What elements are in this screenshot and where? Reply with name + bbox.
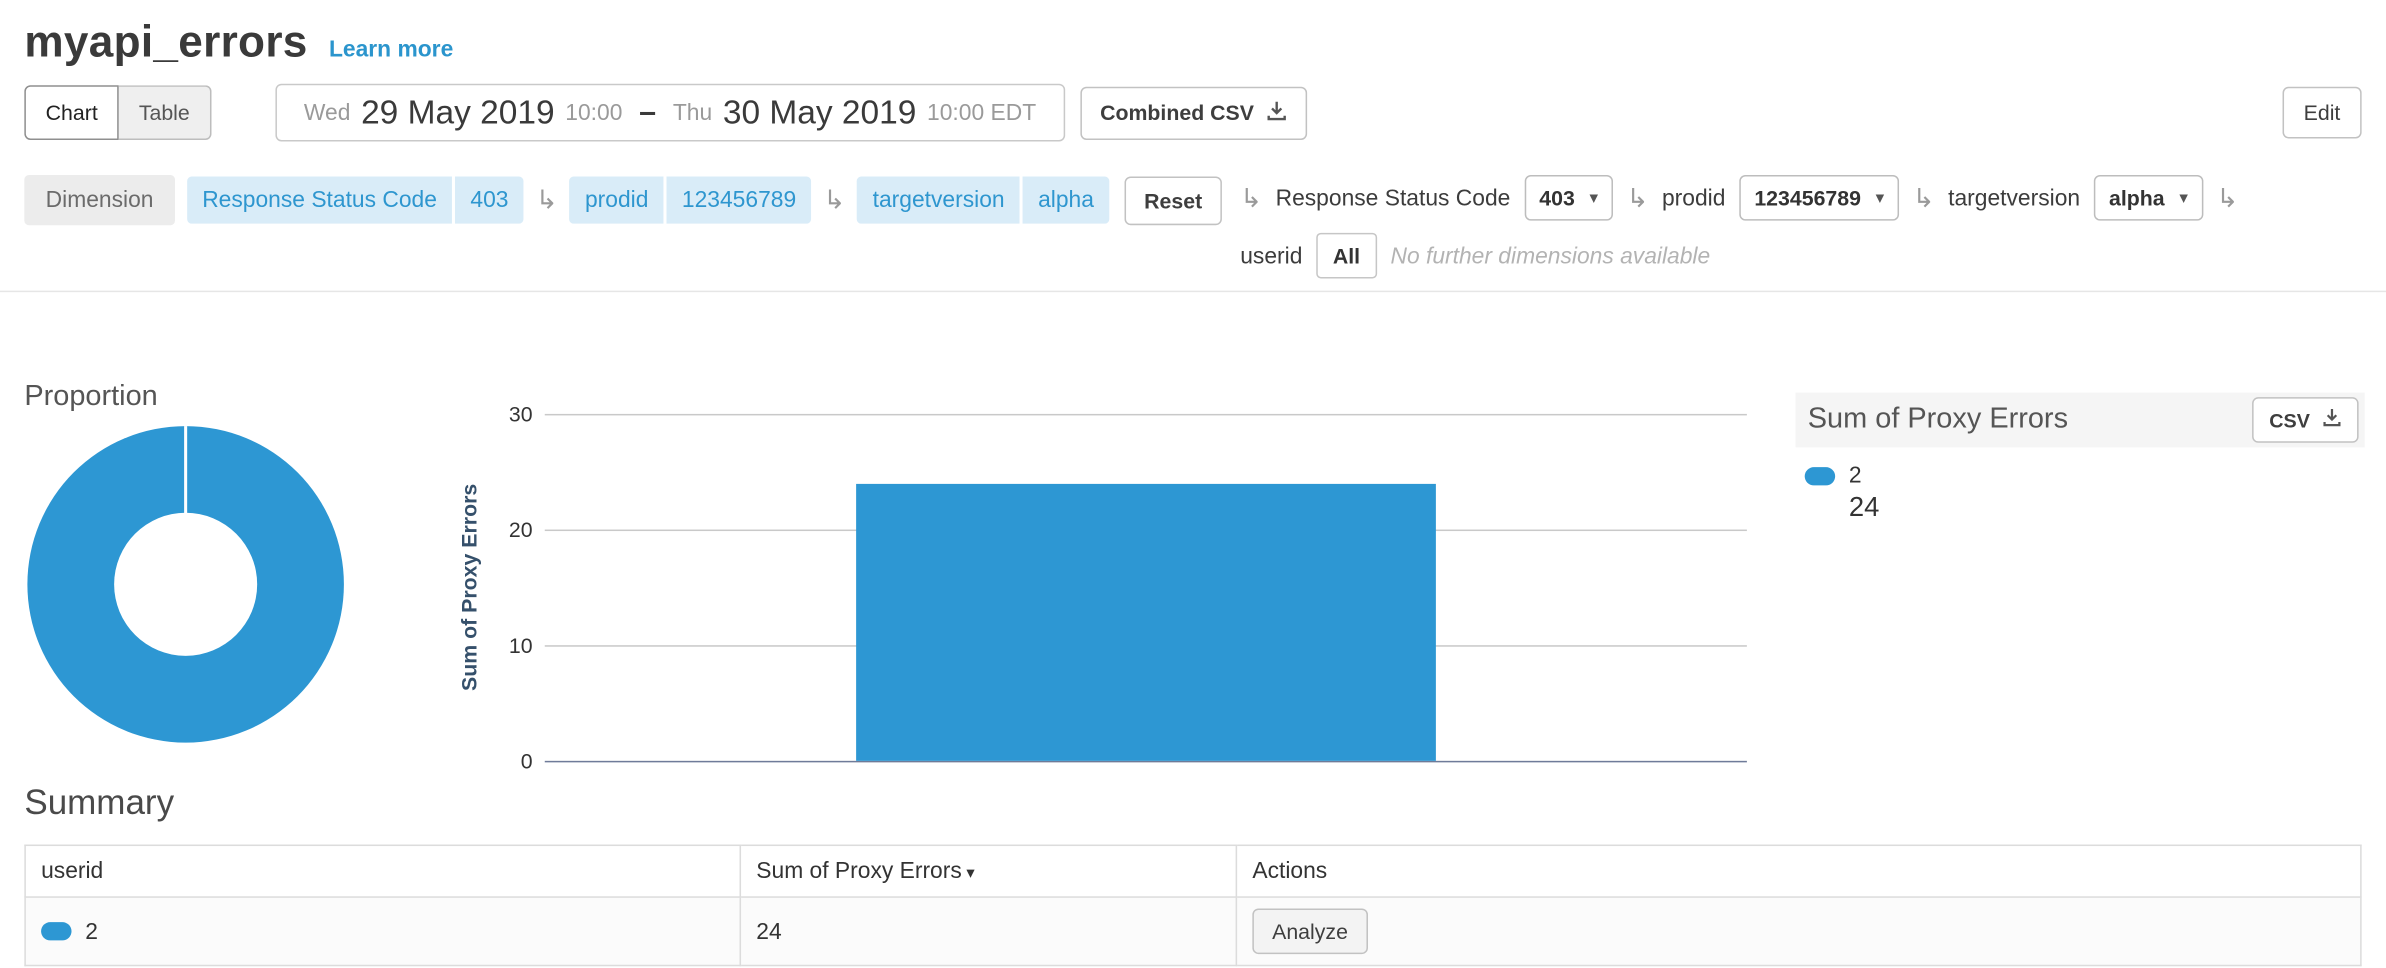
chevron-down-icon: ▾ <box>1876 189 1884 206</box>
table-view-button[interactable]: Table <box>119 85 211 140</box>
legend-panel: Sum of Proxy Errors CSV 2 24 <box>1796 393 2365 524</box>
end-time: 10:00 EDT <box>927 100 1036 126</box>
end-date: 30 May 2019 <box>723 93 917 133</box>
selector-row: ↳ Response Status Code 403 ▾ ↳ prodid 12… <box>1240 175 2238 221</box>
response-status-code-select[interactable]: 403 ▾ <box>1524 175 1613 221</box>
download-icon <box>2322 408 2342 432</box>
cell-sum-of-proxy-errors: 24 <box>740 897 1236 965</box>
edit-button[interactable]: Edit <box>2282 87 2361 139</box>
proportion-donut-chart[interactable] <box>27 426 344 743</box>
legend-item[interactable]: 2 <box>1805 463 2365 489</box>
y-axis-label: Sum of Proxy Errors <box>457 484 481 691</box>
cell-userid: 2 <box>25 897 740 965</box>
summary-title: Summary <box>24 782 2361 823</box>
breadcrumb-prodid[interactable]: prodid 123456789 <box>570 177 812 224</box>
csv-label: CSV <box>2269 409 2310 432</box>
page-header: myapi_errors Learn more <box>0 0 2386 68</box>
y-tick-label: 10 <box>484 633 533 657</box>
breadcrumb-response-status-code[interactable]: Response Status Code 403 <box>187 177 524 224</box>
sort-descending-icon: ▾ <box>966 864 974 882</box>
page-title: myapi_errors <box>24 18 307 68</box>
learn-more-link[interactable]: Learn more <box>329 37 453 63</box>
summary-table: userid Sum of Proxy Errors▾ Actions 2 <box>24 845 2361 967</box>
combined-csv-label: Combined CSV <box>1100 100 1254 124</box>
column-header-sum-of-proxy-errors[interactable]: Sum of Proxy Errors▾ <box>740 845 1236 897</box>
start-time: 10:00 <box>565 100 622 126</box>
gridline <box>545 761 1747 763</box>
view-toggle: Chart Table <box>24 85 211 140</box>
legend-item-value: 24 <box>1849 492 2365 524</box>
dimension-label: Dimension <box>24 175 174 225</box>
userid-row: userid All No further dimensions availab… <box>1240 233 2238 279</box>
analyze-button[interactable]: Analyze <box>1252 908 1367 954</box>
userid-all-button[interactable]: All <box>1316 233 1377 279</box>
reset-button[interactable]: Reset <box>1124 176 1222 225</box>
series-swatch <box>41 922 71 940</box>
column-header-actions: Actions <box>1236 845 2361 897</box>
donut-hole <box>114 513 257 656</box>
drilldown-icon: ↳ <box>536 187 558 213</box>
chart-view-button[interactable]: Chart <box>24 85 119 140</box>
end-day: Thu <box>673 100 712 126</box>
chevron-down-icon: ▾ <box>1590 189 1598 206</box>
userid-label: userid <box>1240 243 1302 269</box>
dimension-selectors: ↳ Response Status Code 403 ▾ ↳ prodid 12… <box>1240 175 2238 278</box>
bar[interactable] <box>856 483 1435 761</box>
column-header-userid: userid <box>25 845 740 897</box>
selector-label-response-status-code: Response Status Code <box>1276 185 1511 211</box>
legend-header: Sum of Proxy Errors CSV <box>1796 393 2365 448</box>
start-date: 29 May 2019 <box>361 93 555 133</box>
selector-label-targetversion: targetversion <box>1948 185 2080 211</box>
date-range-picker[interactable]: Wed 29 May 2019 10:00 – Thu 30 May 2019 … <box>275 84 1065 142</box>
csv-button[interactable]: CSV <box>2252 397 2358 443</box>
breadcrumb-targetversion[interactable]: targetversion alpha <box>857 177 1109 224</box>
date-range-separator: – <box>639 95 656 130</box>
legend-item-label: 2 <box>1849 463 1862 489</box>
y-tick-label: 30 <box>484 402 533 426</box>
drilldown-icon: ↳ <box>1240 185 1262 211</box>
summary-header-row: userid Sum of Proxy Errors▾ Actions <box>25 845 2361 897</box>
custom-report-page: myapi_errors Learn more Chart Table Wed … <box>0 0 2386 968</box>
chevron-down-icon: ▾ <box>2180 189 2188 206</box>
drilldown-icon: ↳ <box>824 187 846 213</box>
no-more-dimensions-note: No further dimensions available <box>1390 243 1710 269</box>
toolbar: Chart Table Wed 29 May 2019 10:00 – Thu … <box>0 68 2386 153</box>
legend-swatch <box>1805 466 1835 484</box>
targetversion-select[interactable]: alpha ▾ <box>2094 175 2203 221</box>
prodid-select[interactable]: 123456789 ▾ <box>1739 175 1899 221</box>
table-row: 2 24 Analyze <box>25 897 2361 965</box>
drilldown-icon: ↳ <box>1913 185 1935 211</box>
gridline <box>545 414 1747 416</box>
dimension-bar: Dimension Response Status Code 403 ↳ pro… <box>0 154 2386 282</box>
proportion-label: Proportion <box>24 380 157 413</box>
summary-section: Summary userid Sum of Proxy Errors▾ Acti… <box>0 782 2386 966</box>
cell-actions: Analyze <box>1236 897 2361 965</box>
y-tick-label: 0 <box>484 749 533 773</box>
drilldown-icon: ↳ <box>2216 185 2238 211</box>
start-day: Wed <box>304 100 351 126</box>
combined-csv-button[interactable]: Combined CSV <box>1080 86 1307 139</box>
dimension-breadcrumbs: Dimension Response Status Code 403 ↳ pro… <box>24 175 1222 225</box>
bar-chart-plot: 0102030 <box>545 414 1747 761</box>
download-icon <box>1266 100 1287 126</box>
y-tick-label: 20 <box>484 517 533 541</box>
drilldown-icon: ↳ <box>1627 185 1649 211</box>
selector-label-prodid: prodid <box>1662 185 1725 211</box>
legend-title: Sum of Proxy Errors <box>1808 403 2068 436</box>
charts-section: Proportion Sum of Proxy Errors 0102030 S… <box>0 292 2386 773</box>
